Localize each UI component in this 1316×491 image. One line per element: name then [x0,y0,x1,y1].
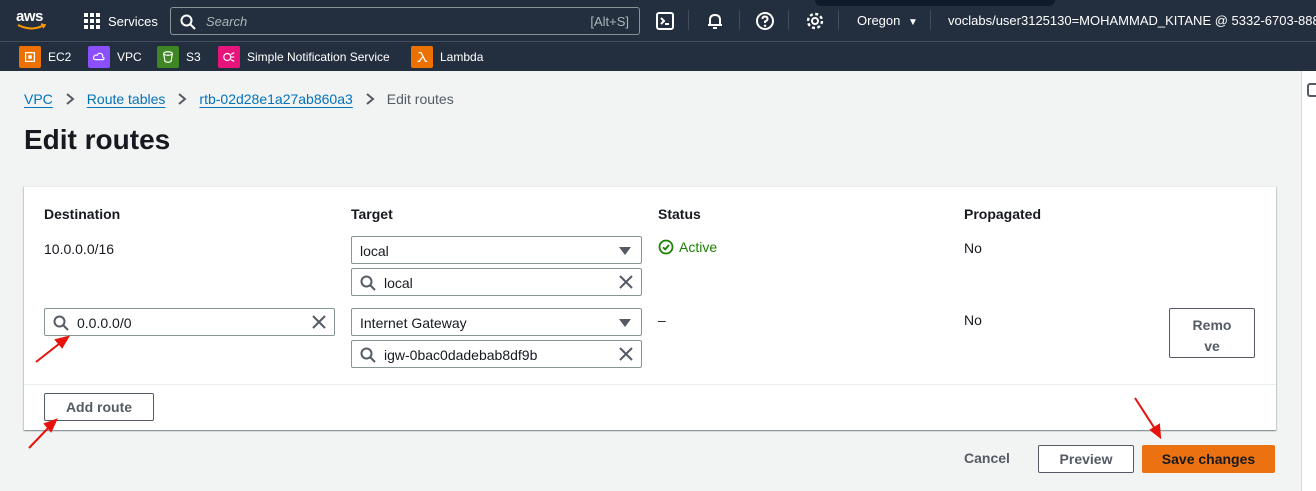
annotation-arrows [28,335,1162,449]
arrow-to-save-changes [1134,397,1162,440]
arrow-to-add-route [28,418,58,449]
arrow-to-destination [35,335,71,363]
